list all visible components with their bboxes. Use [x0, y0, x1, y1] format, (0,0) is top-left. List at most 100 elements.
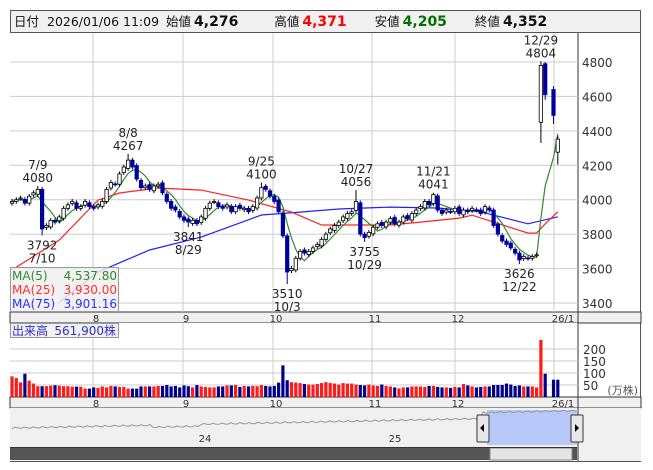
volume-bar [23, 373, 27, 397]
volume-bar [10, 376, 14, 397]
volume-bar [483, 386, 487, 397]
candle-up [83, 201, 88, 206]
month-label: 12 [452, 314, 465, 325]
volume-bar [169, 386, 173, 397]
candle-down [500, 235, 505, 242]
candle-down [272, 195, 277, 202]
price-tick-label: 4200 [582, 159, 613, 173]
volume-tick-label: 150 [583, 355, 606, 369]
candle-up [14, 199, 19, 202]
candle-up [414, 209, 419, 214]
volume-bar [504, 383, 509, 397]
candle-up [366, 232, 372, 237]
candle-up [315, 244, 320, 247]
volume-bar [444, 387, 448, 397]
volume-bar [126, 388, 130, 397]
candle-up [259, 187, 264, 199]
candle-up [254, 197, 260, 209]
annotation-value: 4100 [246, 168, 277, 182]
volume-bar [191, 387, 195, 397]
volume-bar [423, 386, 427, 397]
candle-down [448, 211, 453, 213]
candle-down [22, 198, 28, 204]
volume-bar [57, 385, 61, 397]
volume-bar [74, 386, 79, 397]
candle-down [439, 209, 445, 214]
volume-month-label: 8 [93, 399, 99, 410]
candle-up [555, 138, 560, 153]
candle-down [130, 159, 135, 168]
volume-bar [44, 386, 48, 397]
candle-down [194, 219, 199, 225]
month-label: 26/1 [552, 314, 574, 325]
volume-bar [14, 378, 18, 397]
volume-bar [62, 386, 66, 397]
candle-up [461, 209, 466, 216]
candle-down [220, 206, 225, 209]
volume-bar [414, 386, 418, 397]
annotation-date: 8/29 [175, 243, 202, 257]
candle-up [199, 216, 204, 223]
candle-down [478, 209, 483, 214]
candle-down [426, 201, 432, 206]
volume-bar [393, 387, 397, 397]
volume-bar [143, 386, 147, 397]
annotation-value: 3626 [504, 267, 535, 281]
volume-bar [285, 380, 289, 397]
candle-up [319, 238, 324, 247]
candle-down [91, 206, 96, 209]
volume-bar [418, 386, 423, 397]
navigator-year-label: 24 [199, 434, 212, 445]
volume-bar [277, 382, 281, 397]
price-tick-label: 3800 [582, 228, 613, 242]
volume-bar [449, 387, 453, 397]
candle-up [48, 219, 53, 228]
volume-bar [470, 386, 474, 397]
volume-bar [31, 383, 36, 397]
candle-up [530, 256, 535, 259]
candle-up [190, 219, 195, 224]
annotation-value: 3755 [349, 245, 380, 259]
volume-bar [122, 386, 126, 397]
candle-up [156, 183, 161, 187]
candle-up [57, 216, 62, 222]
candle-down [504, 240, 509, 245]
volume-bar [466, 385, 470, 397]
candle-up [289, 268, 294, 272]
volume-bar [496, 385, 500, 397]
volume-bar [148, 386, 152, 397]
volume-bar [152, 386, 156, 397]
scrollbar-thumb[interactable] [489, 447, 573, 461]
candle-down [435, 195, 440, 211]
annotation-value: 4056 [341, 175, 372, 189]
candle-up [452, 207, 458, 213]
volume-bar [173, 385, 177, 397]
volume-bar [302, 384, 306, 397]
annotation-value: 4267 [113, 139, 144, 153]
volume-tick-label: 50 [583, 379, 598, 393]
volume-bar [328, 383, 332, 397]
candle-up [9, 201, 15, 204]
candle-down [491, 209, 496, 226]
candle-down [237, 204, 242, 209]
volume-bar [225, 385, 229, 397]
candle-down [302, 249, 307, 254]
candle-up [100, 201, 105, 207]
volume-bar [324, 382, 328, 397]
volume-bar [268, 386, 272, 397]
volume-bar [19, 382, 23, 397]
annotation-value: 4041 [418, 178, 449, 192]
candle-up [104, 188, 109, 202]
candle-down [267, 190, 273, 197]
candle-up [310, 247, 316, 252]
annotation-date: 8/8 [118, 126, 137, 140]
volume-bar [363, 385, 367, 397]
volume-month-label: 10 [270, 399, 283, 410]
candle-up [143, 185, 148, 189]
ma75-value: 3,901.16 [64, 297, 117, 311]
volume-bar [40, 386, 44, 397]
annotation-date: 9/25 [248, 155, 275, 169]
candle-down [392, 216, 397, 225]
stock-chart[interactable]: 3400 3600 3800 4000 4200 4400 4600 4800 50100150… [0, 0, 653, 470]
candle-up [27, 195, 32, 204]
